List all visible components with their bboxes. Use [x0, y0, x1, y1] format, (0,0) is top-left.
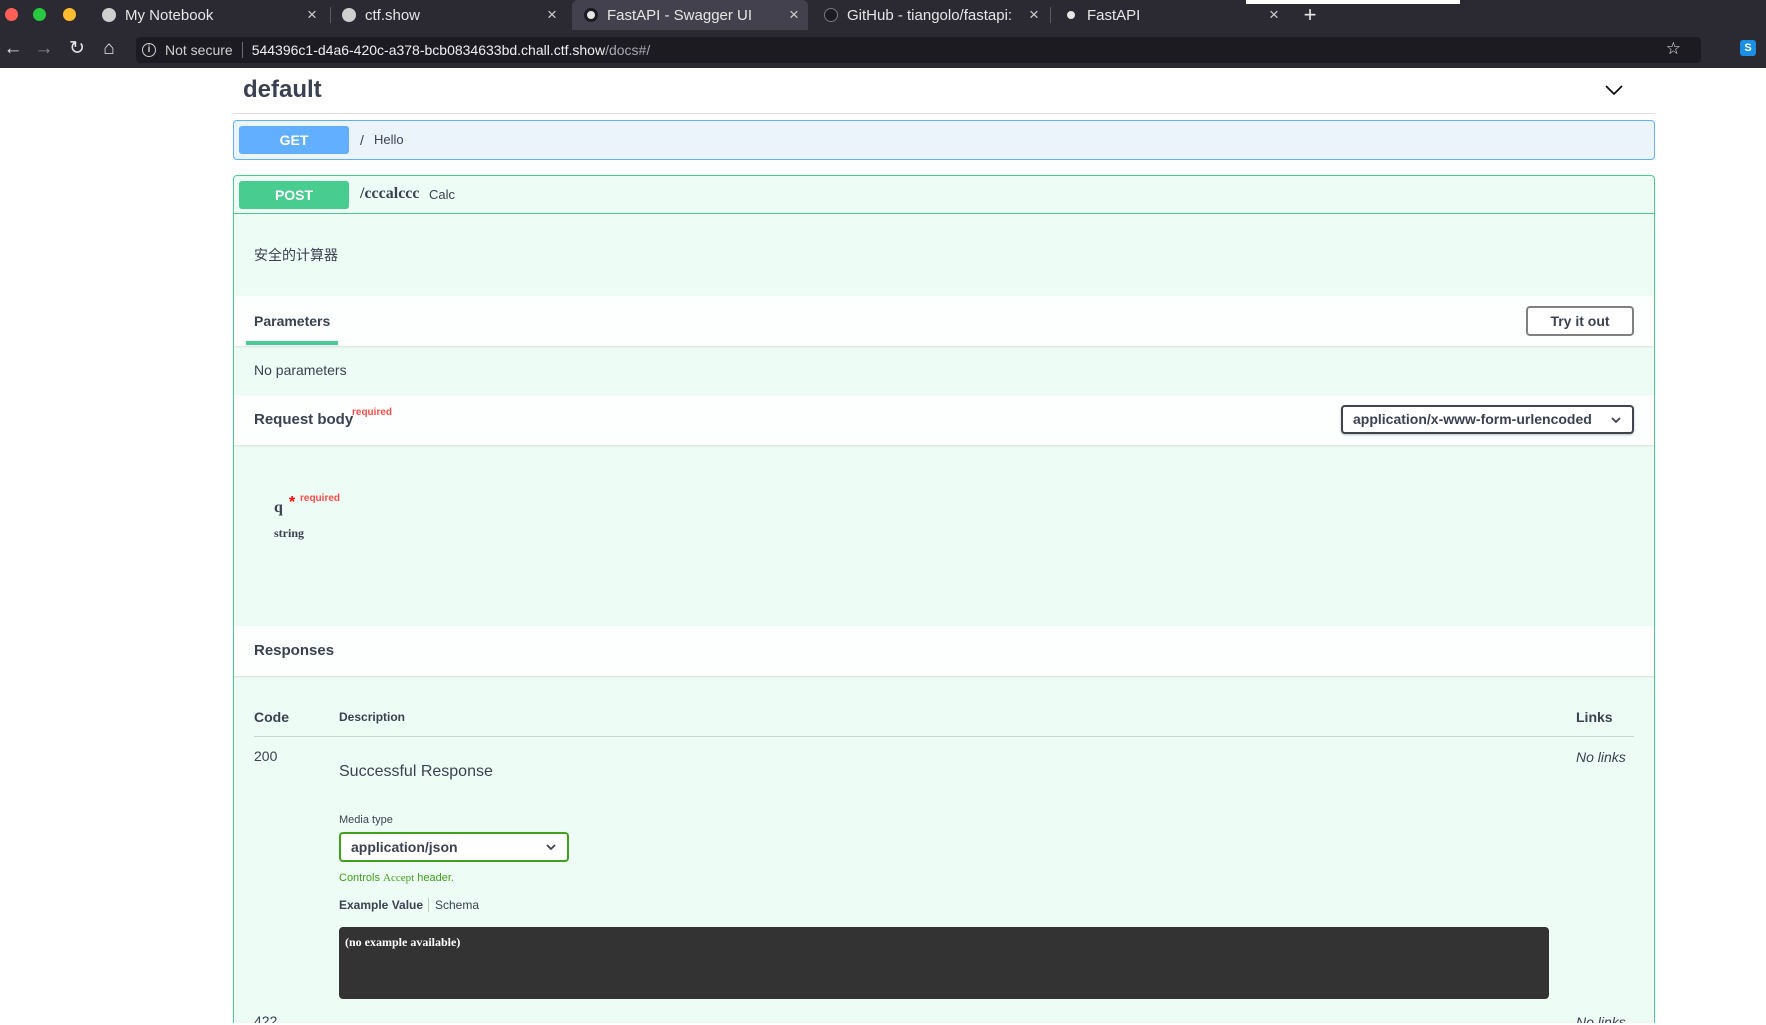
response-code: 422 [254, 1013, 278, 1023]
column-header-code: Code [254, 709, 289, 725]
tab-github[interactable]: GitHub - tiangolo/fastapi: × [812, 0, 1048, 30]
globe-icon [102, 8, 116, 22]
operation-summary: Calc [429, 187, 456, 202]
response-code: 200 [254, 748, 278, 764]
response-description: Successful Response [339, 763, 493, 780]
chevron-down-icon[interactable] [1604, 80, 1624, 100]
back-icon[interactable]: ← [2, 38, 24, 60]
parameters-header: Parameters Try it out [234, 296, 1654, 346]
media-type-select[interactable]: application/json [339, 832, 569, 862]
tab-label: FastAPI [1087, 6, 1141, 24]
controls-prefix: Controls [339, 872, 384, 884]
url-path: /docs#/ [605, 42, 651, 58]
operation-post-calc: POST /cccalccc Calc 安全的计算器 Parameters Tr… [233, 175, 1655, 1023]
close-icon[interactable]: × [538, 5, 566, 25]
operation-path: /cccalccc [360, 185, 420, 202]
new-tab-button[interactable]: + [1298, 2, 1322, 28]
navigation-toolbar: ← → ↻ ⌂ i Not secure 544396c1-d4a6-420c-… [0, 34, 1766, 68]
extension-icon[interactable]: S [1740, 40, 1756, 56]
bookmark-star-icon[interactable]: ☆ [1666, 39, 1681, 59]
required-star: * [289, 494, 296, 511]
chevron-down-icon [546, 844, 556, 851]
tab-fastapi-swagger[interactable]: FastAPI - Swagger UI × [572, 0, 808, 30]
example-value-text: (no example available) [345, 935, 461, 949]
tab-parameters[interactable]: Parameters [254, 313, 330, 329]
maximize-window-icon[interactable] [33, 8, 46, 21]
active-tab-indicator [246, 341, 338, 345]
method-badge-post: POST [239, 181, 349, 209]
home-icon[interactable]: ⌂ [98, 38, 120, 60]
operation-summary: Hello [374, 132, 404, 147]
tab-label: GitHub - tiangolo/fastapi: [847, 6, 1013, 24]
tab-fastapi[interactable]: FastAPI × [1052, 0, 1288, 30]
close-icon[interactable]: × [1020, 5, 1048, 25]
try-it-out-button[interactable]: Try it out [1526, 306, 1634, 336]
field-type: string [274, 526, 304, 540]
table-divider [254, 736, 1634, 737]
column-header-links: Links [1576, 709, 1613, 725]
accept-keyword: Accept [383, 872, 415, 884]
operation-description: 安全的计算器 [254, 247, 338, 263]
controls-suffix: header. [414, 872, 454, 884]
url-divider [241, 42, 243, 58]
swagger-page: default GET / Hello POST /cccalccc Calc … [0, 68, 1766, 1023]
responses-label: Responses [254, 642, 335, 659]
tab-schema[interactable]: Schema [435, 898, 479, 912]
tab-label: FastAPI - Swagger UI [607, 6, 753, 24]
tag-title: default [243, 76, 322, 103]
chevron-down-icon [1611, 417, 1621, 424]
request-body-label: Request body [254, 411, 354, 428]
operation-header[interactable]: POST /cccalccc Calc [234, 176, 1654, 214]
close-window-icon[interactable] [5, 8, 18, 21]
tag-section-default[interactable]: default [233, 68, 1655, 114]
tab-my-notebook[interactable]: My Notebook × [90, 0, 326, 30]
fastapi-icon [584, 8, 598, 22]
url-host: 544396c1-d4a6-420c-a378-bcb0834633bd.cha… [251, 42, 606, 58]
column-header-description: Description [339, 710, 406, 724]
method-badge-get: GET [239, 126, 349, 154]
close-icon[interactable]: × [298, 5, 326, 25]
browser-chrome: My Notebook × ctf.show × FastAPI - Swagg… [0, 0, 1766, 68]
tab-label: My Notebook [125, 6, 214, 24]
fastapi-icon [1064, 8, 1078, 22]
content-type-value: application/x-www-form-urlencoded [1353, 411, 1592, 427]
tab-label: ctf.show [365, 6, 421, 24]
globe-icon [342, 8, 356, 22]
forward-icon[interactable]: → [33, 38, 55, 60]
request-body-header: Request body required application/x-www-… [234, 395, 1654, 445]
reload-icon[interactable]: ↻ [66, 38, 88, 60]
minimize-window-icon[interactable] [63, 8, 76, 21]
close-icon[interactable]: × [780, 5, 808, 25]
example-value-box: (no example available) [339, 927, 1549, 999]
operation-get-root[interactable]: GET / Hello [233, 120, 1655, 160]
responses-header: Responses [234, 626, 1654, 676]
tab-ctf-show[interactable]: ctf.show × [330, 0, 566, 30]
tab-separator [1050, 7, 1051, 23]
response-links: No links [1576, 1014, 1626, 1023]
not-secure-label: Not secure [165, 42, 233, 58]
controls-accept-note: Controls Accept header. [339, 872, 454, 884]
tab-example-value[interactable]: Example Value [339, 898, 423, 912]
close-icon[interactable]: × [1260, 5, 1288, 25]
field-required-marker: required [300, 493, 341, 504]
tab-strip-overlay [1246, 0, 1460, 4]
tab-strip: My Notebook × ctf.show × FastAPI - Swagg… [0, 0, 1766, 30]
response-links: No links [1576, 749, 1626, 765]
address-bar[interactable]: i Not secure 544396c1-d4a6-420c-a378-bcb… [136, 37, 1701, 63]
info-icon[interactable]: i [142, 43, 156, 57]
operation-path: / [360, 132, 364, 148]
content-type-select[interactable]: application/x-www-form-urlencoded [1341, 405, 1634, 434]
no-parameters-text: No parameters [254, 362, 347, 378]
field-name: q [274, 499, 283, 516]
github-icon [824, 8, 838, 22]
required-marker: required [352, 407, 393, 418]
media-type-value: application/json [351, 839, 458, 855]
media-type-label: Media type [339, 814, 393, 826]
tab-divider [428, 898, 429, 912]
